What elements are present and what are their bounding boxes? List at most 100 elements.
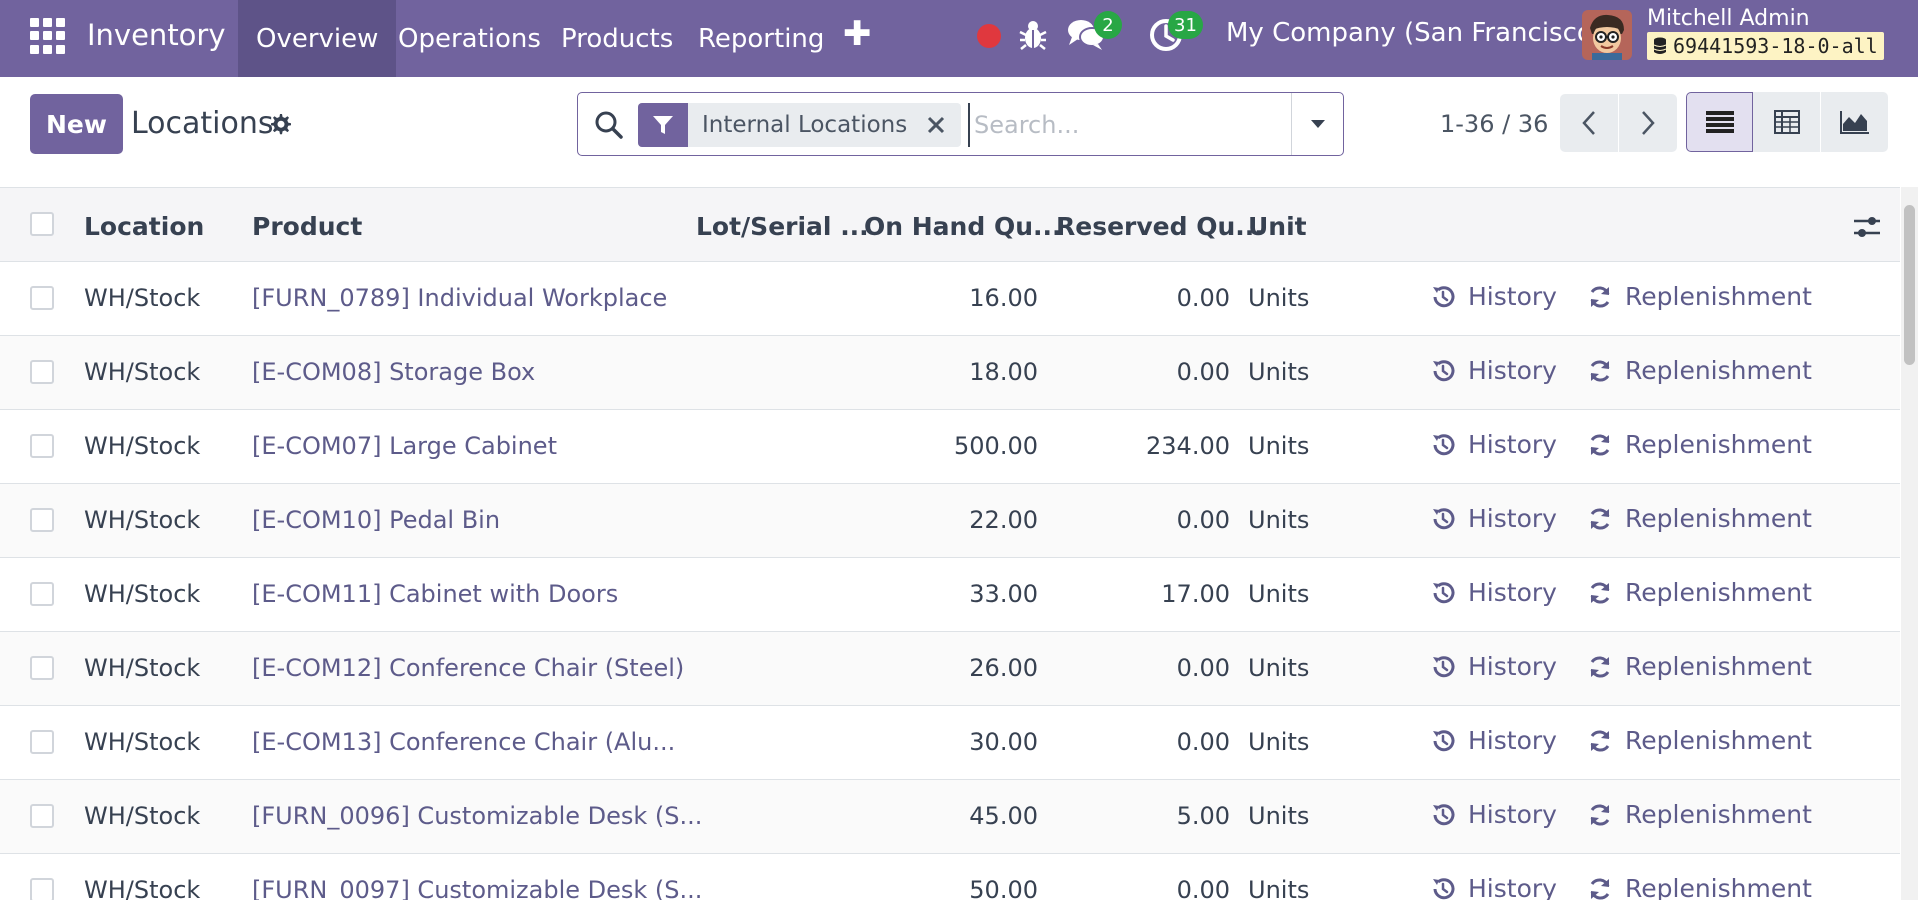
cell-product[interactable]: [E-COM07] Large Cabinet: [252, 432, 557, 460]
apps-menu-icon[interactable]: [30, 18, 66, 54]
table-row[interactable]: WH/Stock [FURN_0096] Customizable Desk (…: [0, 780, 1900, 854]
cell-location: WH/Stock: [84, 728, 201, 756]
history-label: History: [1468, 430, 1557, 459]
user-name[interactable]: Mitchell Admin: [1647, 6, 1810, 31]
cell-product[interactable]: [FURN_0096] Customizable Desk (S...: [252, 802, 702, 830]
row-checkbox[interactable]: [30, 286, 54, 310]
replenishment-button[interactable]: Replenishment: [1587, 874, 1812, 900]
cell-location: WH/Stock: [84, 654, 201, 682]
cell-on-hand[interactable]: 30.00: [898, 728, 1038, 756]
history-button[interactable]: History: [1430, 874, 1557, 900]
row-checkbox[interactable]: [30, 582, 54, 606]
search-options-toggle[interactable]: [1291, 93, 1343, 155]
cell-product[interactable]: [E-COM10] Pedal Bin: [252, 506, 500, 534]
table-row[interactable]: WH/Stock [FURN_0097] Customizable Desk (…: [0, 854, 1900, 900]
row-checkbox[interactable]: [30, 656, 54, 680]
column-header-reserved[interactable]: Reserved Qu...: [1056, 212, 1264, 241]
app-name[interactable]: Inventory: [87, 18, 226, 52]
history-button[interactable]: History: [1430, 800, 1557, 829]
remove-facet-icon[interactable]: [921, 110, 951, 140]
table-header: Location Product Lot/Serial ... On Hand …: [0, 188, 1900, 262]
user-avatar[interactable]: [1582, 10, 1632, 60]
search-icon[interactable]: [594, 110, 624, 140]
replenishment-button[interactable]: Replenishment: [1587, 430, 1812, 459]
pager-next-button[interactable]: [1619, 94, 1677, 152]
table-row[interactable]: WH/Stock [E-COM13] Conference Chair (Alu…: [0, 706, 1900, 780]
page-title: Locations: [131, 106, 274, 141]
row-checkbox[interactable]: [30, 804, 54, 828]
cell-product[interactable]: [E-COM11] Cabinet with Doors: [252, 580, 618, 608]
menu-operations[interactable]: Operations: [380, 0, 559, 77]
table-row[interactable]: WH/Stock [E-COM07] Large Cabinet 500.00 …: [0, 410, 1900, 484]
optional-columns-icon[interactable]: [1852, 214, 1882, 240]
row-checkbox[interactable]: [30, 360, 54, 384]
company-switcher[interactable]: My Company (San Francisco): [1226, 18, 1603, 48]
graph-view-button[interactable]: [1821, 92, 1888, 152]
debug-bug-icon[interactable]: [1018, 18, 1048, 52]
pager-value[interactable]: 1-36 / 36: [1440, 110, 1548, 138]
cell-on-hand[interactable]: 500.00: [898, 432, 1038, 460]
menu-overview[interactable]: Overview: [238, 0, 397, 77]
cell-on-hand[interactable]: 50.00: [898, 876, 1038, 900]
history-button[interactable]: History: [1430, 430, 1557, 459]
table-row[interactable]: WH/Stock [FURN_0789] Individual Workplac…: [0, 262, 1900, 336]
row-checkbox[interactable]: [30, 730, 54, 754]
cell-reserved: 17.00: [1161, 580, 1230, 608]
history-button[interactable]: History: [1430, 356, 1557, 385]
cell-on-hand[interactable]: 22.00: [898, 506, 1038, 534]
history-button[interactable]: History: [1430, 578, 1557, 607]
table-row[interactable]: WH/Stock [E-COM12] Conference Chair (Ste…: [0, 632, 1900, 706]
history-button[interactable]: History: [1430, 282, 1557, 311]
replenishment-button[interactable]: Replenishment: [1587, 504, 1812, 533]
replenishment-button[interactable]: Replenishment: [1587, 578, 1812, 607]
table-row[interactable]: WH/Stock [E-COM11] Cabinet with Doors 33…: [0, 558, 1900, 632]
replenishment-button[interactable]: Replenishment: [1587, 652, 1812, 681]
replenishment-button[interactable]: Replenishment: [1587, 726, 1812, 755]
select-all-checkbox[interactable]: [30, 212, 54, 236]
row-checkbox[interactable]: [30, 434, 54, 458]
cell-product[interactable]: [E-COM13] Conference Chair (Alu...: [252, 728, 675, 756]
table-row[interactable]: WH/Stock [E-COM08] Storage Box 18.00 0.0…: [0, 336, 1900, 410]
pager-previous-button[interactable]: [1560, 94, 1618, 152]
history-button[interactable]: History: [1430, 726, 1557, 755]
column-header-unit[interactable]: Unit: [1248, 212, 1307, 241]
vertical-scrollbar[interactable]: [1901, 187, 1918, 900]
history-icon: [1433, 803, 1455, 825]
table-row[interactable]: WH/Stock [E-COM10] Pedal Bin 22.00 0.00 …: [0, 484, 1900, 558]
new-button[interactable]: New: [30, 94, 123, 154]
cell-on-hand[interactable]: 18.00: [898, 358, 1038, 386]
cell-product[interactable]: [FURN_0789] Individual Workplace: [252, 284, 667, 312]
cell-product[interactable]: [E-COM08] Storage Box: [252, 358, 535, 386]
column-header-location[interactable]: Location: [84, 212, 204, 241]
scrollbar-thumb[interactable]: [1904, 205, 1915, 365]
cell-product[interactable]: [FURN_0097] Customizable Desk (S...: [252, 876, 702, 900]
row-checkbox[interactable]: [30, 878, 54, 900]
history-button[interactable]: History: [1430, 504, 1557, 533]
cell-on-hand[interactable]: 33.00: [898, 580, 1038, 608]
search-input[interactable]: [968, 103, 1278, 147]
row-checkbox[interactable]: [30, 508, 54, 532]
column-header-lot[interactable]: Lot/Serial ...: [696, 212, 869, 241]
record-indicator-icon[interactable]: [977, 24, 1001, 48]
menu-products[interactable]: Products: [543, 0, 691, 77]
add-menu-icon[interactable]: ✚: [843, 14, 872, 54]
history-label: History: [1468, 504, 1557, 533]
chevron-right-icon: [1642, 111, 1655, 135]
column-header-product[interactable]: Product: [252, 212, 362, 241]
replenishment-button[interactable]: Replenishment: [1587, 282, 1812, 311]
pivot-view-button[interactable]: [1753, 92, 1820, 152]
column-header-on-hand[interactable]: On Hand Qu...: [864, 212, 1062, 241]
search-bar: Internal Locations: [577, 92, 1344, 156]
gear-icon[interactable]: [268, 112, 292, 136]
list-view-button[interactable]: [1686, 92, 1753, 152]
cell-on-hand[interactable]: 45.00: [898, 802, 1038, 830]
replenishment-button[interactable]: Replenishment: [1587, 356, 1812, 385]
history-button[interactable]: History: [1430, 652, 1557, 681]
cell-on-hand[interactable]: 16.00: [898, 284, 1038, 312]
menu-reporting[interactable]: Reporting: [680, 0, 842, 77]
cell-product[interactable]: [E-COM12] Conference Chair (Steel): [252, 654, 684, 682]
replenishment-button[interactable]: Replenishment: [1587, 800, 1812, 829]
cell-unit: Units: [1248, 284, 1310, 312]
cell-on-hand[interactable]: 26.00: [898, 654, 1038, 682]
replenishment-label: Replenishment: [1625, 430, 1812, 459]
